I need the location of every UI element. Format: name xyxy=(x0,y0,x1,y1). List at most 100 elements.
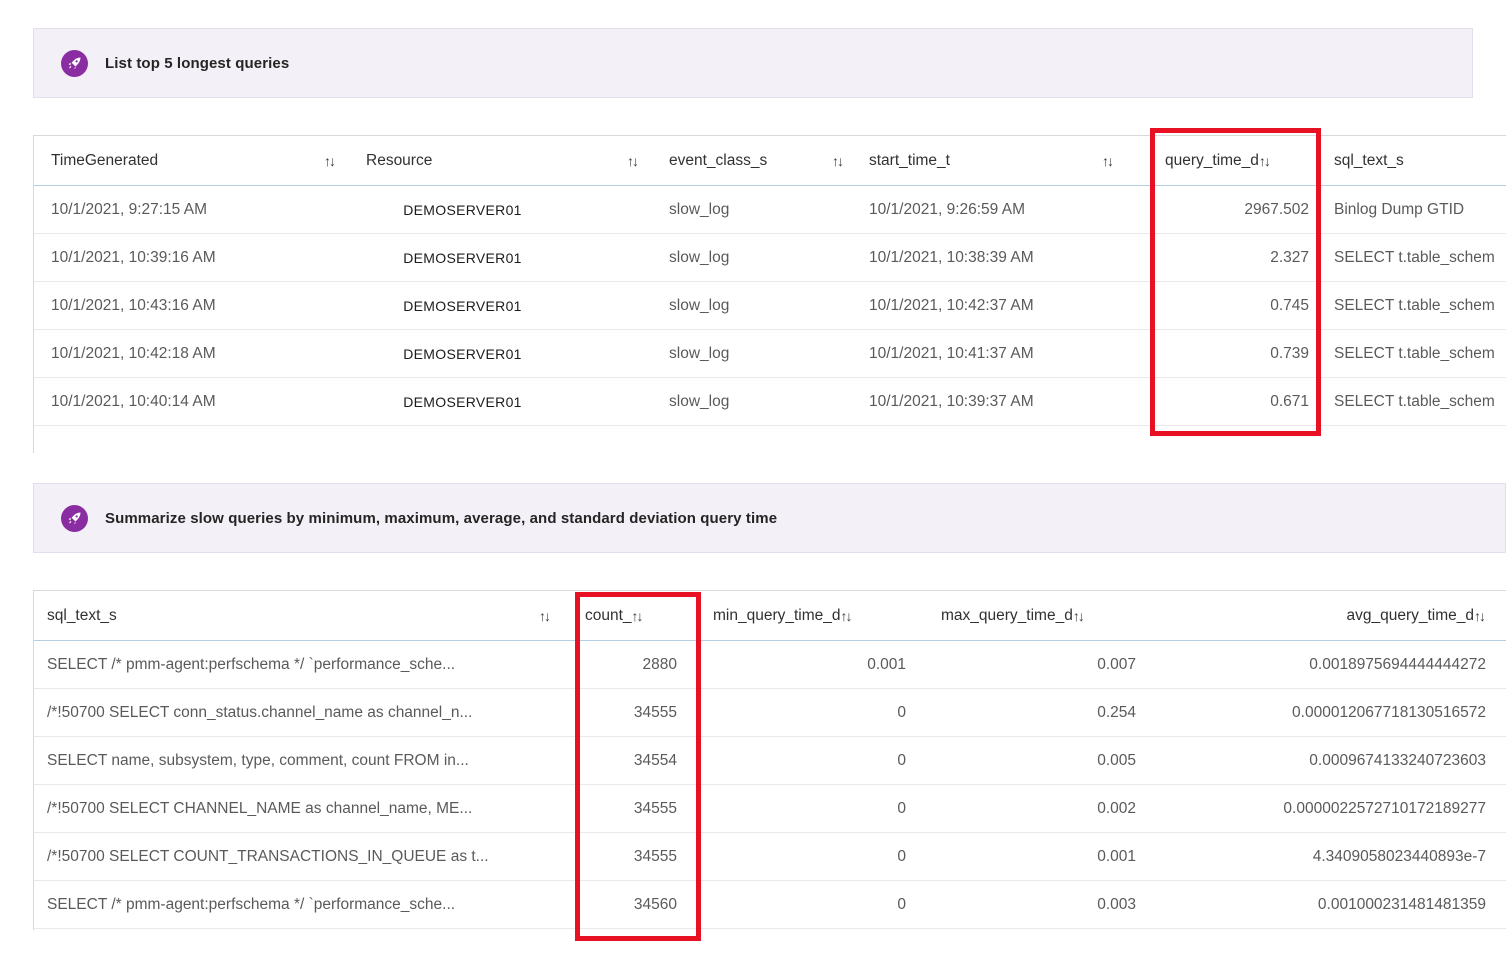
sort-icon[interactable]: ↑↓ xyxy=(632,608,644,624)
cell-sql-text: /*!50700 SELECT conn_status.channel_name… xyxy=(47,703,473,721)
cell-min-query-time: 0 xyxy=(897,895,906,913)
column-header-start-time[interactable]: start_time_t ↑↓ xyxy=(869,136,1159,185)
cell-time-generated: 10/1/2021, 10:39:16 AM xyxy=(51,248,216,266)
column-label: count_ xyxy=(585,606,632,624)
cell-avg-query-time: 0.001000231481481359 xyxy=(1317,895,1486,913)
sort-icon[interactable]: ↑↓ xyxy=(324,153,336,169)
sort-icon[interactable]: ↑↓ xyxy=(1102,153,1114,169)
cell-event-class: slow_log xyxy=(669,200,730,218)
summary-table: sql_text_s ↑↓ count_ ↑↓ min_query_time_d… xyxy=(33,590,1506,930)
column-label: min_query_time_d xyxy=(713,606,841,624)
sort-icon[interactable]: ↑↓ xyxy=(539,608,551,624)
cell-avg-query-time: 0.0018975694444444272 xyxy=(1309,655,1486,673)
cell-sql-text: SELECT t.table_schem xyxy=(1334,248,1495,266)
column-header-sql-text[interactable]: sql_text_s ↑↓ xyxy=(34,591,579,640)
cell-start-time: 10/1/2021, 10:39:37 AM xyxy=(869,392,1034,410)
column-label: Resource xyxy=(366,151,433,169)
column-header-query-time[interactable]: query_time_d ↑↓ xyxy=(1159,136,1324,185)
cell-avg-query-time: 0.0009674133240723603 xyxy=(1309,751,1486,769)
column-header-event-class[interactable]: event_class_s ↑↓ xyxy=(654,136,869,185)
column-label: sql_text_s xyxy=(1334,151,1404,169)
column-label: avg_query_time_d xyxy=(1346,606,1474,624)
table-row[interactable]: 10/1/2021, 9:27:15 AM DEMOSERVER01 slow_… xyxy=(34,186,1506,234)
top-queries-table: TimeGenerated ↑↓ Resource ↑↓ event_class… xyxy=(33,135,1506,453)
cell-sql-text: Binlog Dump GTID xyxy=(1334,200,1465,218)
page: List top 5 longest queries TimeGenerated… xyxy=(0,0,1506,979)
column-header-avg-query-time[interactable]: avg_query_time_d ↑↓ xyxy=(1144,591,1506,640)
cell-time-generated: 10/1/2021, 10:42:18 AM xyxy=(51,344,216,362)
cell-start-time: 10/1/2021, 10:38:39 AM xyxy=(869,248,1034,266)
cell-query-time: 0.671 xyxy=(1270,392,1309,410)
cell-query-time: 0.745 xyxy=(1270,296,1309,314)
column-header-min-query-time[interactable]: min_query_time_d ↑↓ xyxy=(704,591,914,640)
cell-max-query-time: 0.254 xyxy=(1097,703,1136,721)
cell-sql-text: SELECT /* pmm-agent:perfschema */ `perfo… xyxy=(47,895,456,913)
cell-sql-text: SELECT /* pmm-agent:perfschema */ `perfo… xyxy=(47,655,456,673)
cell-resource: DEMOSERVER01 xyxy=(403,249,522,266)
cell-count: 2880 xyxy=(642,655,677,673)
cell-min-query-time: 0.001 xyxy=(867,655,906,673)
cell-avg-query-time: 0.0000022572710172189277 xyxy=(1283,799,1486,817)
cell-start-time: 10/1/2021, 10:41:37 AM xyxy=(869,344,1034,362)
cell-query-time: 2967.502 xyxy=(1244,200,1309,218)
cell-event-class: slow_log xyxy=(669,344,730,362)
sort-icon[interactable]: ↑↓ xyxy=(832,153,844,169)
cell-sql-text: /*!50700 SELECT COUNT_TRANSACTIONS_IN_QU… xyxy=(47,847,489,865)
sort-icon[interactable]: ↑↓ xyxy=(1073,608,1085,624)
sort-icon[interactable]: ↑↓ xyxy=(627,153,639,169)
cell-count: 34554 xyxy=(633,751,677,769)
cell-sql-text: SELECT t.table_schem xyxy=(1334,296,1495,314)
cell-count: 34555 xyxy=(633,703,677,721)
cell-min-query-time: 0 xyxy=(897,703,906,721)
table-row[interactable]: 10/1/2021, 10:40:14 AM DEMOSERVER01 slow… xyxy=(34,378,1506,426)
cell-count: 34555 xyxy=(633,847,677,865)
sort-icon[interactable]: ↑↓ xyxy=(841,608,853,624)
banner-label: List top 5 longest queries xyxy=(105,54,290,72)
column-label: query_time_d xyxy=(1165,151,1259,169)
table-row[interactable]: 10/1/2021, 10:42:18 AM DEMOSERVER01 slow… xyxy=(34,330,1506,378)
table1-header-row: TimeGenerated ↑↓ Resource ↑↓ event_class… xyxy=(34,136,1506,186)
column-header-max-query-time[interactable]: max_query_time_d ↑↓ xyxy=(914,591,1144,640)
sort-icon[interactable]: ↑↓ xyxy=(1474,608,1486,624)
cell-max-query-time: 0.003 xyxy=(1097,895,1136,913)
cell-max-query-time: 0.002 xyxy=(1097,799,1136,817)
table-row[interactable]: /*!50700 SELECT conn_status.channel_name… xyxy=(34,689,1506,737)
cell-start-time: 10/1/2021, 10:42:37 AM xyxy=(869,296,1034,314)
table-row[interactable]: 10/1/2021, 10:39:16 AM DEMOSERVER01 slow… xyxy=(34,234,1506,282)
column-header-resource[interactable]: Resource ↑↓ xyxy=(354,136,654,185)
sort-icon[interactable]: ↑↓ xyxy=(1259,153,1271,169)
table-row[interactable]: SELECT /* pmm-agent:perfschema */ `perfo… xyxy=(34,641,1506,689)
cell-max-query-time: 0.005 xyxy=(1097,751,1136,769)
cell-time-generated: 10/1/2021, 10:43:16 AM xyxy=(51,296,216,314)
cell-min-query-time: 0 xyxy=(897,751,906,769)
cell-max-query-time: 0.001 xyxy=(1097,847,1136,865)
table2-header-row: sql_text_s ↑↓ count_ ↑↓ min_query_time_d… xyxy=(34,591,1506,641)
column-label: sql_text_s xyxy=(47,606,117,624)
column-header-count[interactable]: count_ ↑↓ xyxy=(579,591,704,640)
column-header-sql-text[interactable]: sql_text_s xyxy=(1324,136,1506,185)
cell-event-class: slow_log xyxy=(669,248,730,266)
column-label: TimeGenerated xyxy=(51,151,159,169)
table-row[interactable]: /*!50700 SELECT CHANNEL_NAME as channel_… xyxy=(34,785,1506,833)
table-row[interactable]: 10/1/2021, 10:43:16 AM DEMOSERVER01 slow… xyxy=(34,282,1506,330)
cell-max-query-time: 0.007 xyxy=(1097,655,1136,673)
table-row[interactable]: SELECT name, subsystem, type, comment, c… xyxy=(34,737,1506,785)
table-row[interactable]: SELECT /* pmm-agent:perfschema */ `perfo… xyxy=(34,881,1506,929)
cell-avg-query-time: 0.000012067718130516572 xyxy=(1292,703,1486,721)
cell-sql-text: SELECT t.table_schem xyxy=(1334,392,1495,410)
cell-event-class: slow_log xyxy=(669,392,730,410)
table-row[interactable]: /*!50700 SELECT COUNT_TRANSACTIONS_IN_QU… xyxy=(34,833,1506,881)
cell-count: 34555 xyxy=(633,799,677,817)
column-label: start_time_t xyxy=(869,151,950,169)
cell-query-time: 0.739 xyxy=(1270,344,1309,362)
cell-resource: DEMOSERVER01 xyxy=(403,345,522,362)
banner-label: Summarize slow queries by minimum, maxim… xyxy=(105,509,778,527)
rocket-icon xyxy=(61,49,88,77)
column-label: event_class_s xyxy=(669,151,768,169)
prompt-banner-top-queries: List top 5 longest queries xyxy=(33,28,1473,98)
cell-resource: DEMOSERVER01 xyxy=(403,297,522,314)
column-header-time-generated[interactable]: TimeGenerated ↑↓ xyxy=(34,136,354,185)
cell-time-generated: 10/1/2021, 10:40:14 AM xyxy=(51,392,216,410)
cell-count: 34560 xyxy=(633,895,677,913)
cell-sql-text: SELECT t.table_schem xyxy=(1334,344,1495,362)
